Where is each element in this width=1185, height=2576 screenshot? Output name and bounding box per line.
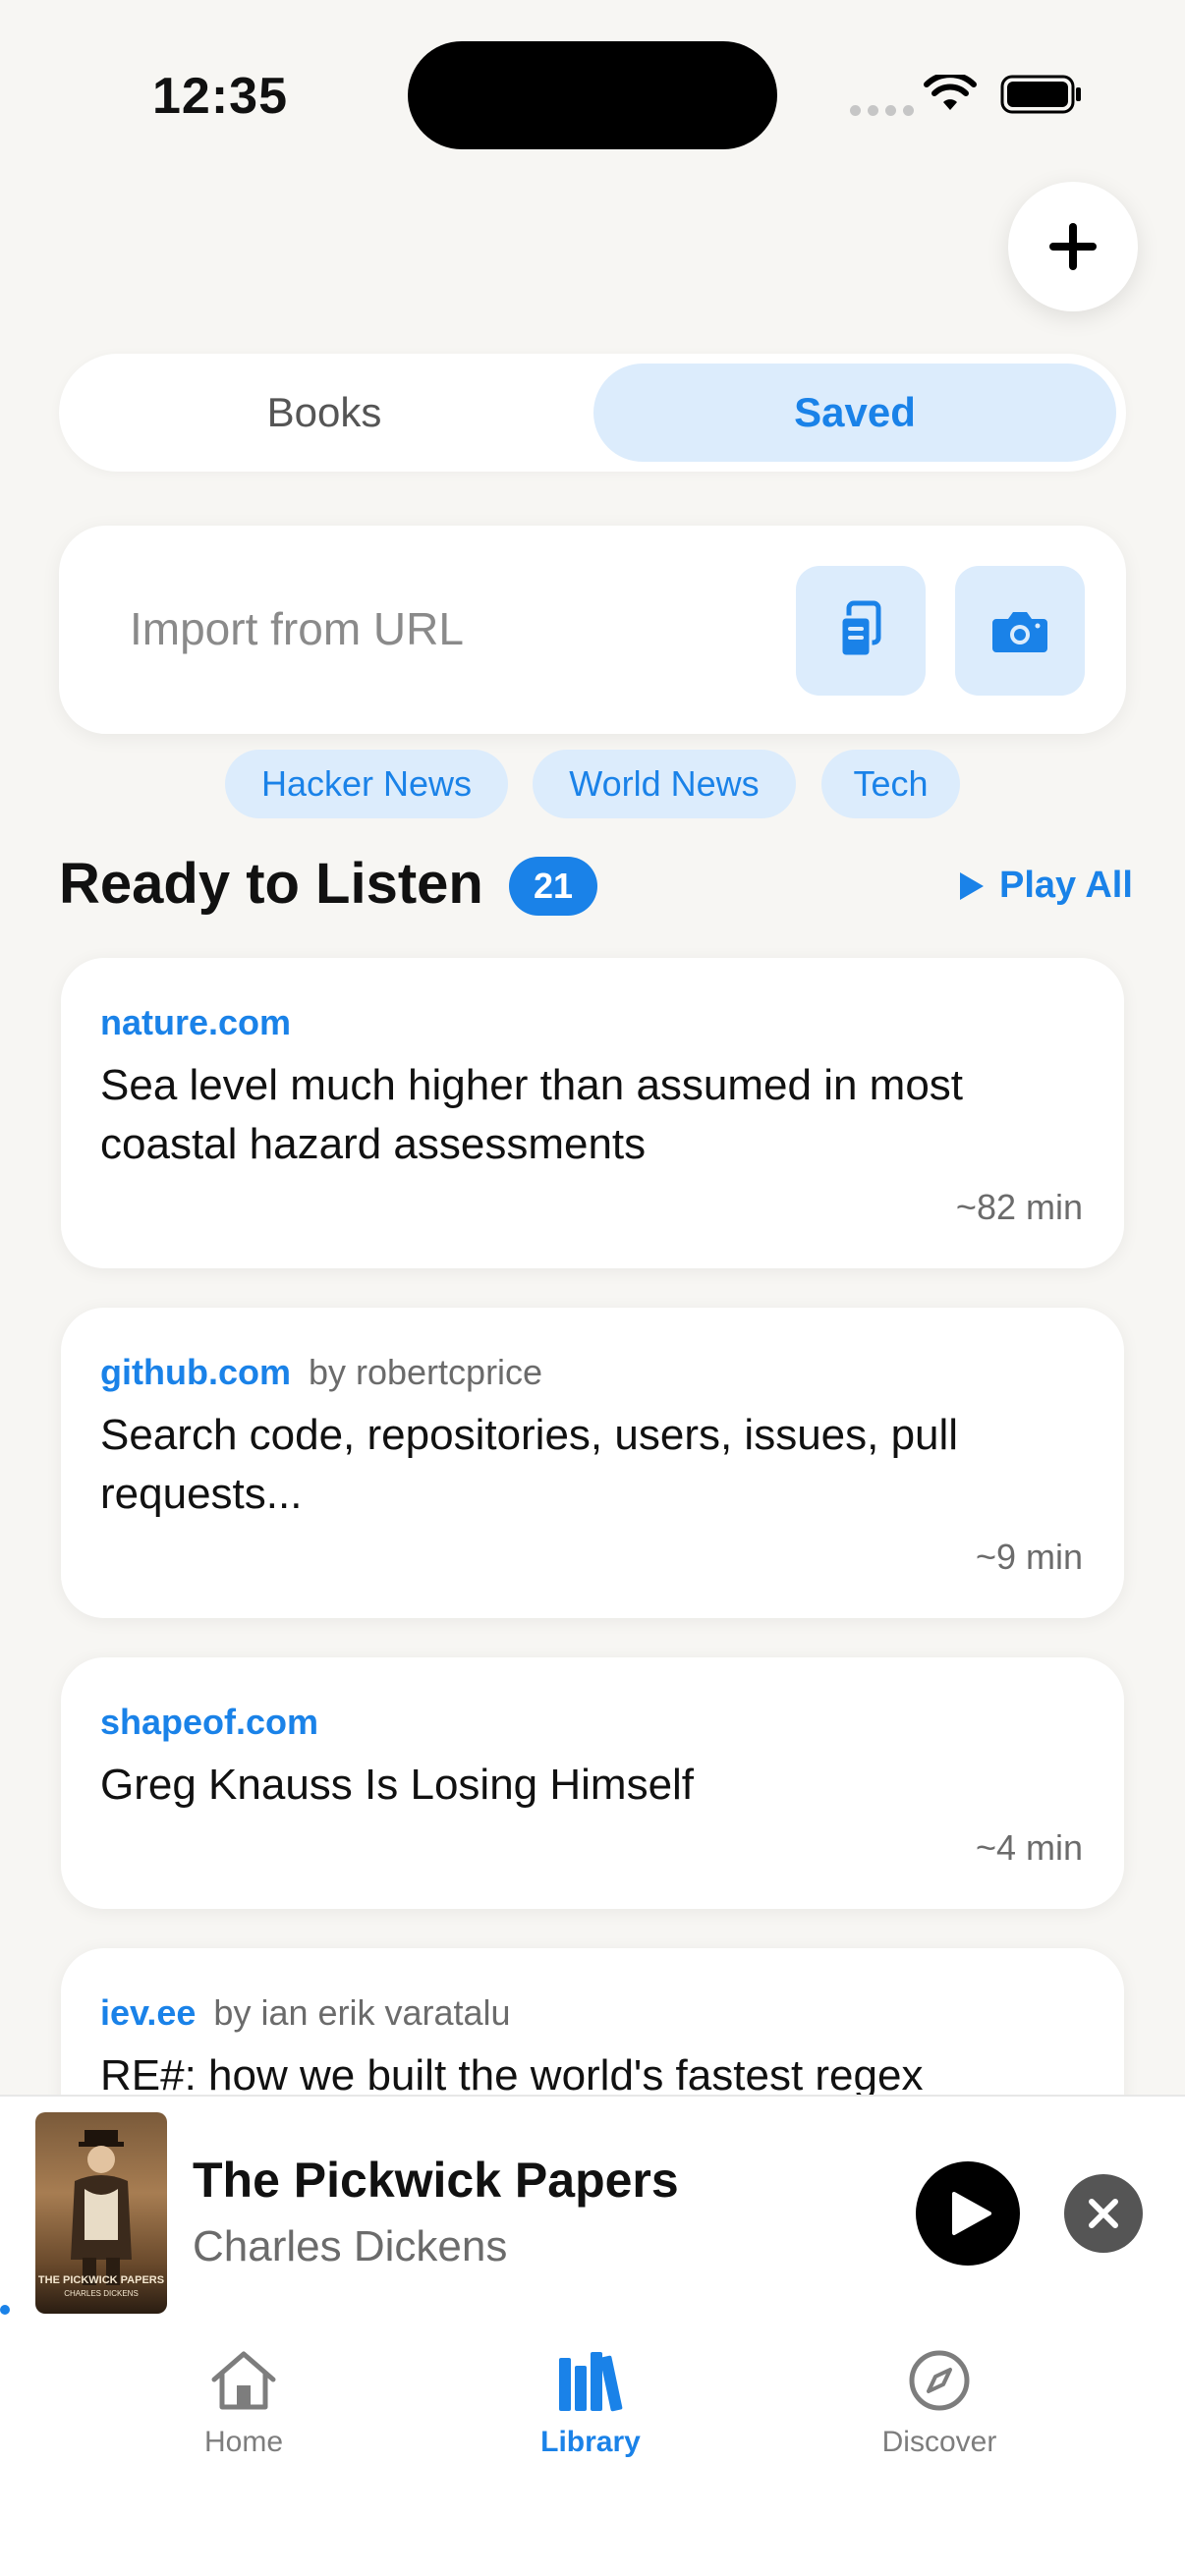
article-card[interactable]: shapeof.com Greg Knauss Is Losing Himsel… [61, 1657, 1124, 1909]
paste-button[interactable] [796, 566, 926, 696]
import-url-input[interactable]: Import from URL [130, 602, 464, 655]
tab-library-label: Library [540, 2426, 641, 2458]
clipboard-icon [839, 600, 881, 658]
player-author: Charles Dickens [193, 2222, 508, 2270]
article-title: Search code, repositories, users, issues… [100, 1411, 959, 1518]
book-cover: THE PICKWICK PAPERS CHARLES DICKENS [35, 2112, 167, 2314]
cellular-signal-icon [850, 103, 921, 121]
plus-icon [1049, 223, 1097, 270]
article-author: by ian erik varatalu [213, 1992, 511, 2033]
tab-home[interactable]: Home [145, 2348, 342, 2459]
library-icon [559, 2352, 623, 2412]
article-title: Greg Knauss Is Losing Himself [100, 1761, 695, 1809]
article-duration: ~9 min [975, 1537, 1083, 1577]
status-time: 12:35 [152, 68, 288, 125]
play-icon [960, 871, 984, 900]
article-title: Sea level much higher than assumed in mo… [100, 1061, 964, 1168]
tab-library[interactable]: Library [492, 2348, 689, 2459]
mini-player[interactable]: THE PICKWICK PAPERS CHARLES DICKENS The … [0, 2095, 1185, 2330]
article-source: nature.com [100, 1002, 291, 1043]
section-title: Ready to Listen [59, 852, 483, 916]
tab-discover-label: Discover [881, 2426, 997, 2458]
battery-icon [1000, 75, 1081, 114]
tab-bar: Home Library Discover [0, 2328, 1185, 2576]
article-domain: iev.ee [100, 1992, 197, 2033]
tab-discover[interactable]: Discover [841, 2348, 1038, 2459]
wifi-icon [924, 75, 977, 110]
cover-title: THE PICKWICK PAPERS CHARLES DICKENS [37, 2274, 165, 2298]
article-author: by robertcprice [308, 1352, 543, 1392]
playback-progress [0, 2305, 10, 2315]
chip-hacker-news[interactable]: Hacker News [225, 750, 508, 818]
article-domain: nature.com [100, 1002, 292, 1042]
library-segmented-control: Books Saved [59, 354, 1126, 472]
camera-button[interactable] [955, 566, 1085, 696]
article-duration: ~82 min [955, 1187, 1083, 1227]
article-source: shapeof.com [100, 1702, 318, 1743]
player-title: The Pickwick Papers [193, 2153, 679, 2208]
article-domain: github.com [100, 1352, 291, 1392]
add-button[interactable] [1008, 182, 1138, 311]
chip-tech[interactable]: Tech [821, 750, 960, 818]
article-card[interactable]: github.com by robertcprice Search code, r… [61, 1308, 1124, 1618]
article-domain: shapeof.com [100, 1702, 319, 1742]
home-icon [211, 2351, 276, 2410]
player-play-button[interactable] [916, 2161, 1020, 2266]
play-icon [952, 2192, 991, 2235]
play-all-label: Play All [999, 865, 1133, 906]
play-all-button[interactable]: Play All [958, 865, 1133, 907]
segment-saved[interactable]: Saved [593, 364, 1116, 462]
dynamic-island [408, 41, 777, 149]
import-url-card: Import from URL [59, 526, 1126, 734]
compass-icon [909, 2350, 970, 2411]
player-close-button[interactable] [1064, 2174, 1143, 2253]
article-source: iev.ee by ian erik varatalu [100, 1992, 511, 2034]
segment-books[interactable]: Books [69, 364, 580, 462]
count-badge: 21 [509, 857, 597, 916]
article-card[interactable]: nature.com Sea level much higher than as… [61, 958, 1124, 1268]
tab-home-label: Home [203, 2426, 284, 2458]
chip-world-news[interactable]: World News [533, 750, 796, 818]
close-icon [1089, 2199, 1118, 2228]
article-source: github.com by robertcprice [100, 1352, 542, 1393]
article-duration: ~4 min [975, 1827, 1083, 1868]
camera-icon [992, 612, 1047, 652]
